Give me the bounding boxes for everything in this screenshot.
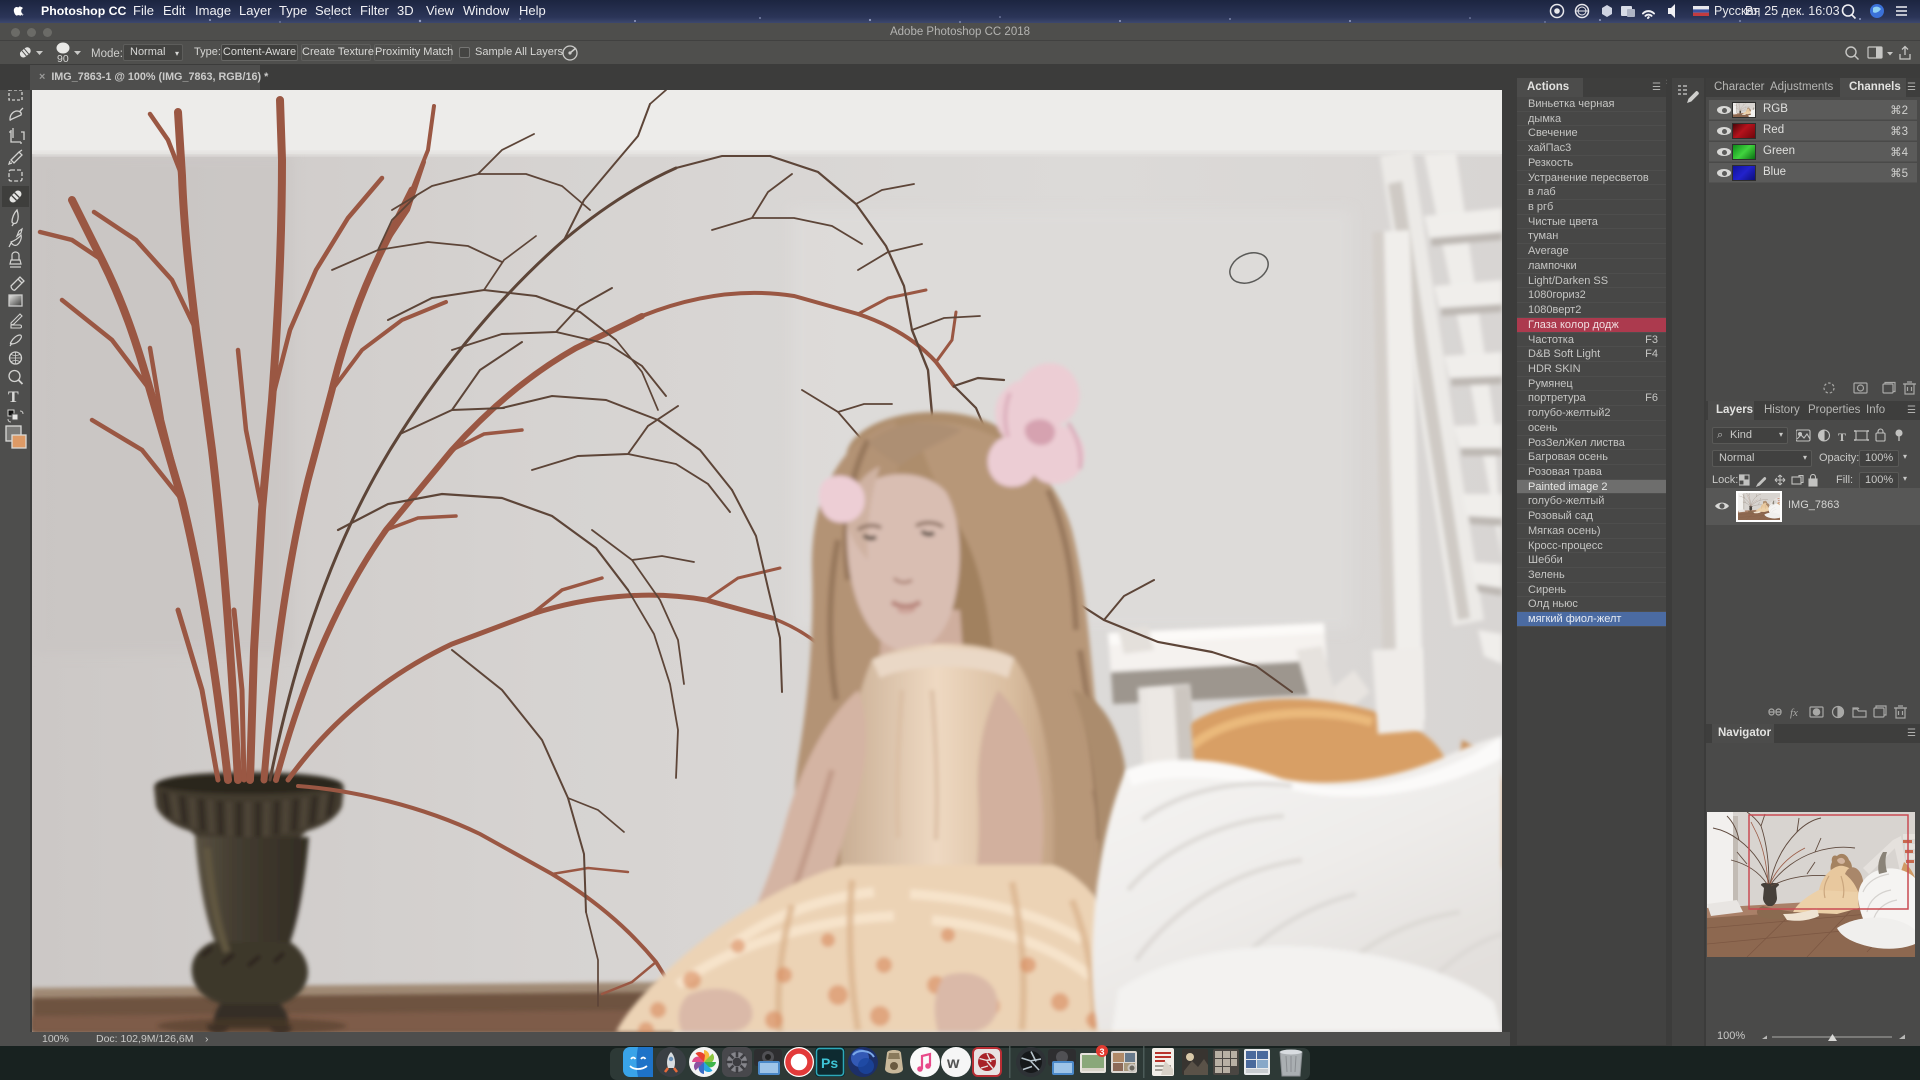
svg-text:Layer: Layer	[239, 3, 272, 18]
svg-text:Help: Help	[519, 3, 546, 18]
svg-text:Select: Select	[315, 3, 352, 18]
svg-text:Filter: Filter	[360, 3, 390, 18]
svg-text:90: 90	[57, 53, 69, 65]
svg-text:Ps: Ps	[821, 1055, 838, 1071]
svg-text:View: View	[426, 3, 455, 18]
svg-text:Window: Window	[463, 3, 510, 18]
svg-text:Image: Image	[195, 3, 231, 18]
svg-text:T: T	[8, 389, 19, 406]
svg-text:Type: Type	[279, 3, 307, 18]
svg-text:w: w	[946, 1055, 960, 1072]
svg-text:T: T	[1838, 430, 1846, 444]
svg-text:Photoshop CC: Photoshop CC	[41, 4, 127, 18]
svg-text:3D: 3D	[397, 3, 414, 18]
svg-text:3: 3	[1100, 1047, 1105, 1057]
svg-text:fx: fx	[1790, 707, 1798, 719]
svg-text:File: File	[133, 3, 154, 18]
svg-text:Mode:: Mode:	[91, 48, 123, 60]
svg-text:Edit: Edit	[163, 3, 186, 18]
svg-text:Вт, 25 дек. 16:03: Вт, 25 дек. 16:03	[1745, 4, 1840, 18]
